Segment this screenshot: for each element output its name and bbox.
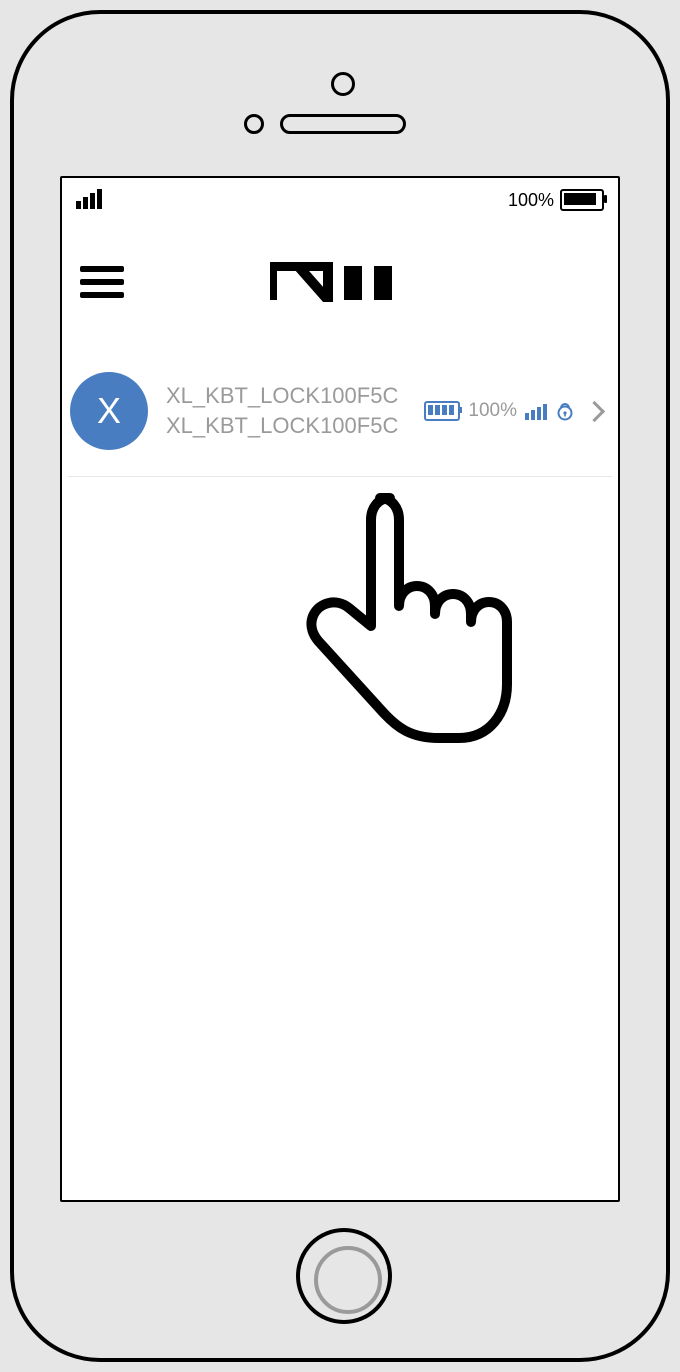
device-signal-icon	[525, 402, 547, 420]
battery-icon	[560, 189, 604, 211]
menu-button[interactable]	[80, 260, 124, 304]
brand-logo	[270, 262, 410, 302]
home-button[interactable]	[296, 1228, 392, 1324]
app-navbar	[62, 246, 618, 318]
phone-frame: 100% X	[10, 10, 670, 1362]
phone-camera	[331, 72, 355, 96]
device-avatar-letter: X	[97, 390, 121, 432]
device-battery-percent: 100%	[468, 400, 517, 422]
device-battery-icon	[424, 401, 460, 421]
device-list: X XL_KBT_LOCK100F5C XL_KBT_LOCK100F5C 10…	[62, 318, 618, 477]
device-row[interactable]: X XL_KBT_LOCK100F5C XL_KBT_LOCK100F5C 10…	[68, 354, 612, 477]
cellular-signal-icon	[76, 191, 102, 209]
device-names: XL_KBT_LOCK100F5C XL_KBT_LOCK100F5C	[166, 381, 424, 441]
phone-sensor-dot	[244, 114, 264, 134]
screen: 100% X	[60, 176, 620, 1202]
tap-gesture-icon	[298, 478, 518, 778]
battery-label: 100%	[508, 190, 554, 211]
chevron-right-icon	[584, 400, 605, 421]
phone-speaker	[280, 114, 406, 134]
status-bar: 100%	[62, 178, 618, 218]
device-subtitle: XL_KBT_LOCK100F5C	[166, 411, 424, 441]
unlock-icon	[555, 401, 575, 421]
device-status-group: 100%	[424, 400, 608, 422]
device-avatar: X	[70, 372, 148, 450]
device-title: XL_KBT_LOCK100F5C	[166, 381, 424, 411]
